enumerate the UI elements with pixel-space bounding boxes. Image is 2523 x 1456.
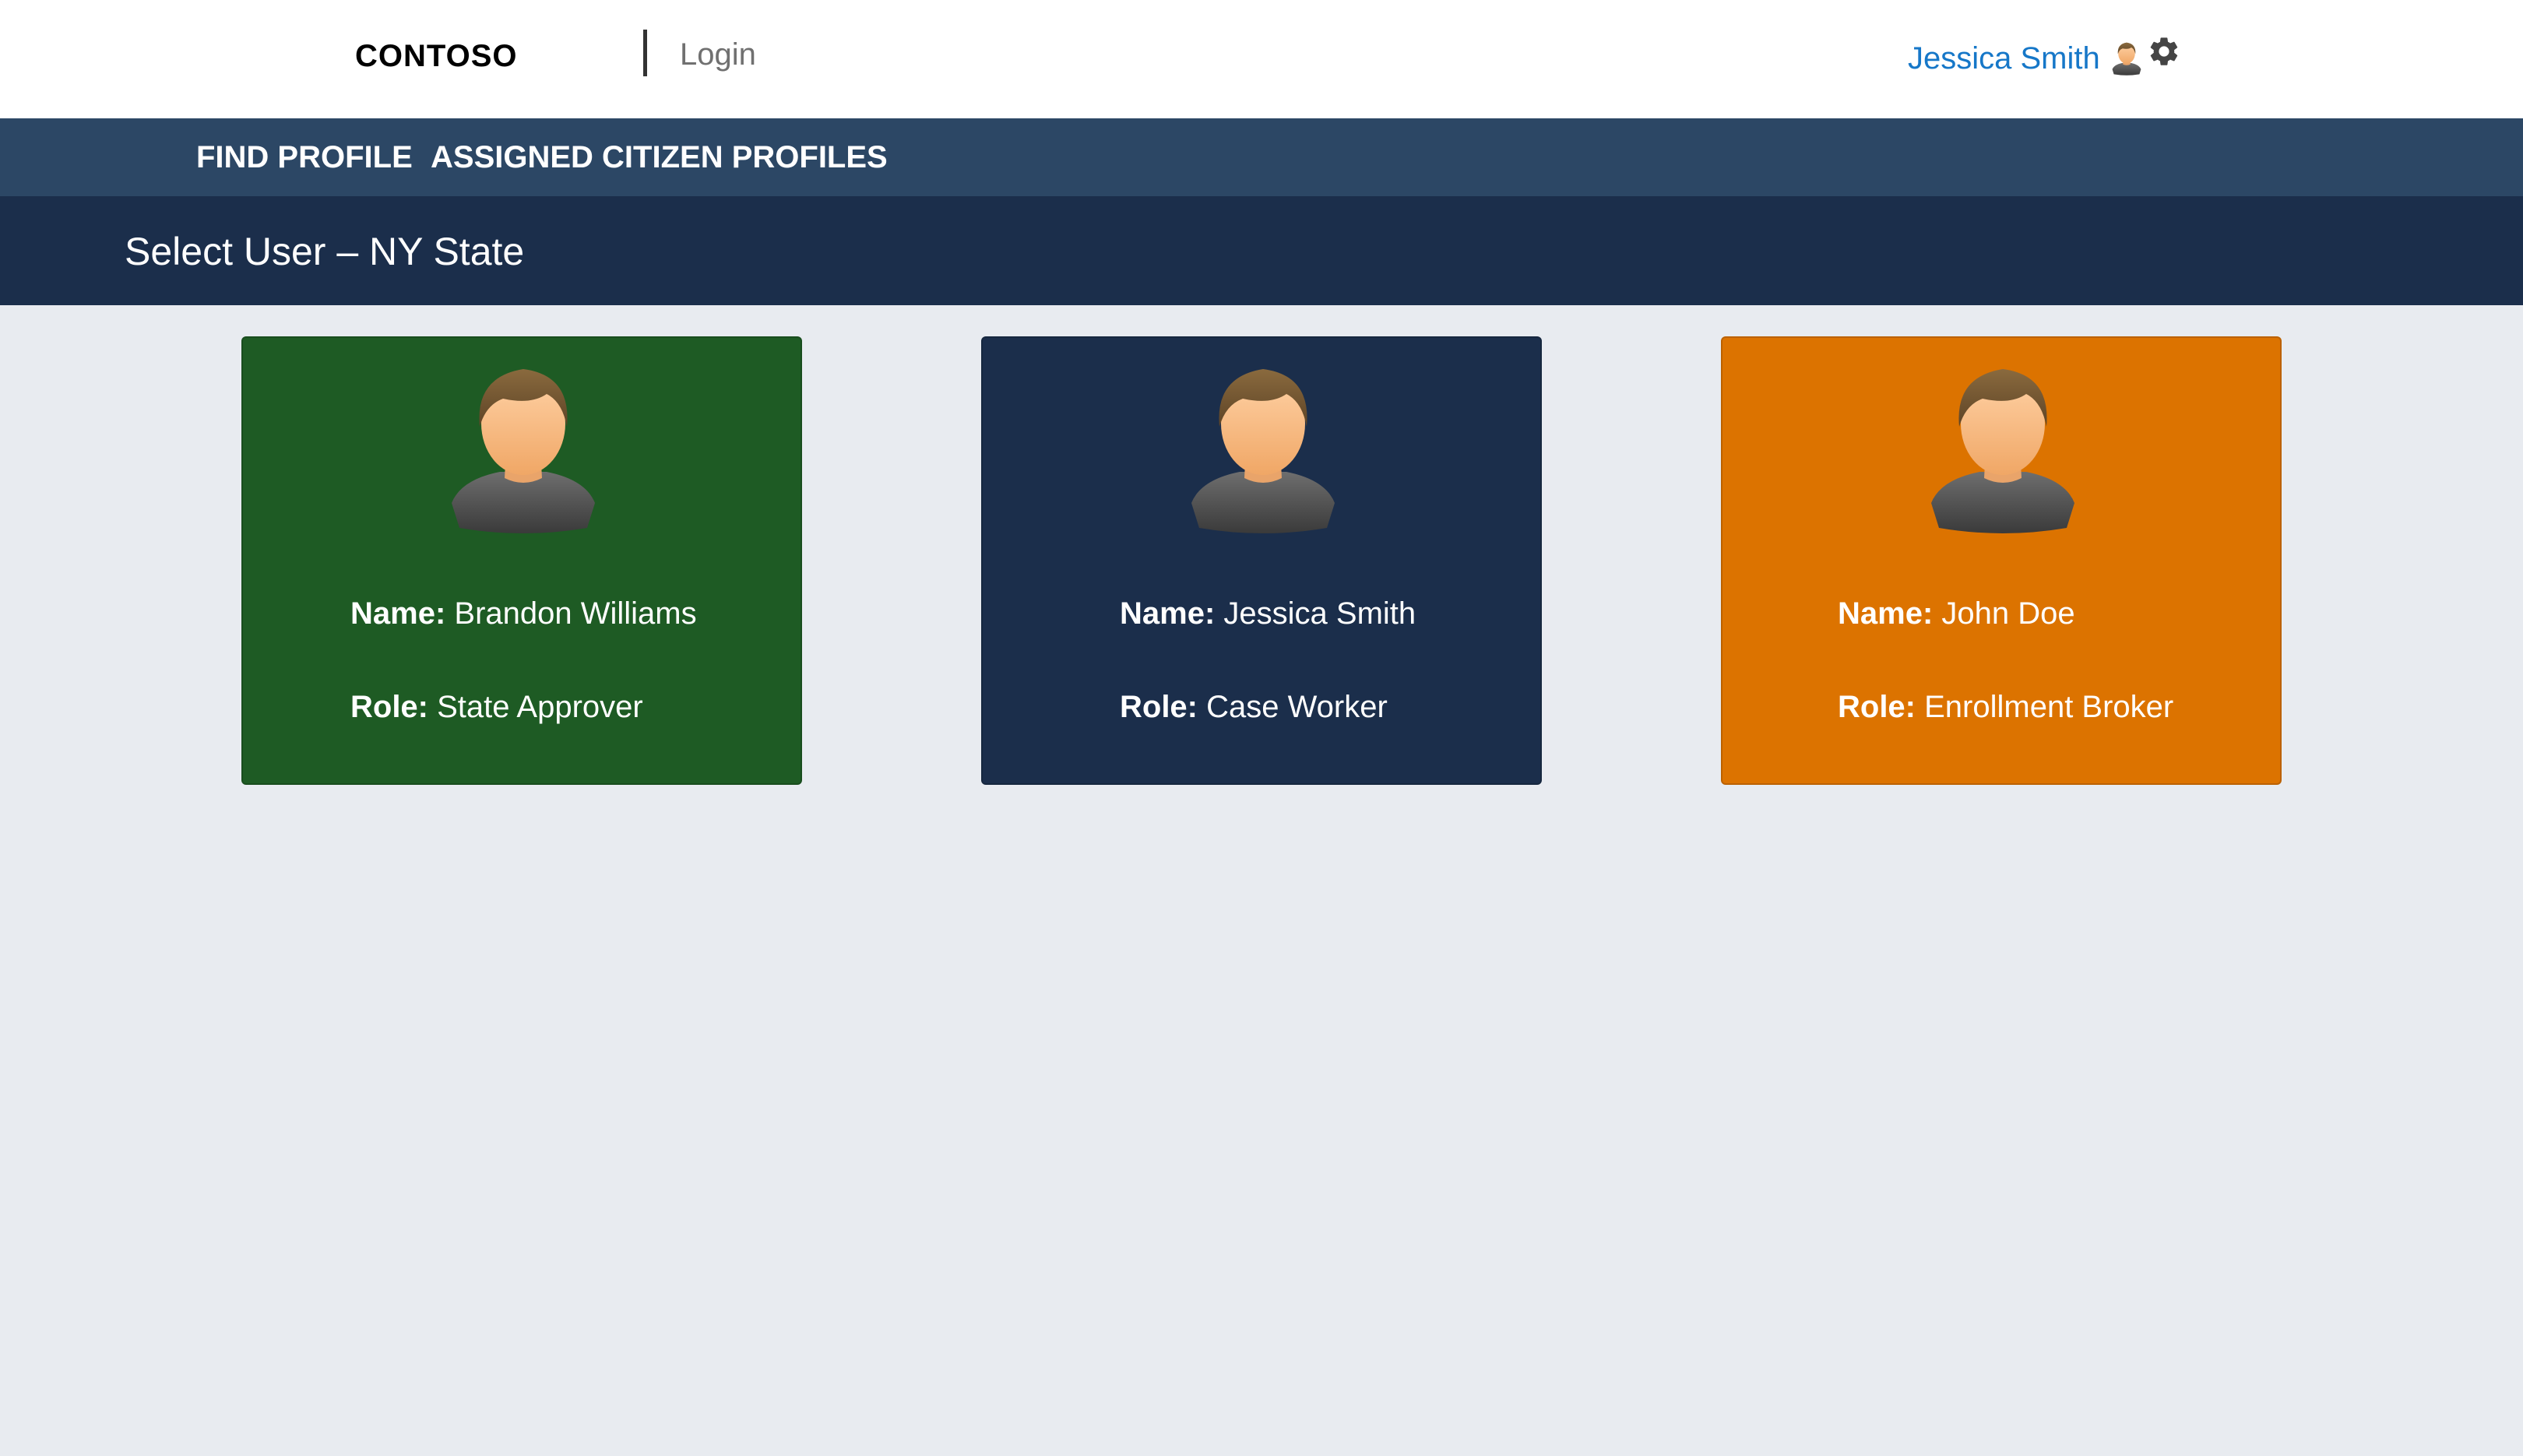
name-value: Brandon Williams — [454, 596, 697, 631]
user-avatar-icon[interactable] — [2110, 38, 2144, 79]
user-card-john-doe[interactable]: Name: John Doe Role: Enrollment Broker — [1721, 336, 2282, 785]
card-name: Name: John Doe — [1838, 592, 2075, 635]
role-label: Role: — [1120, 690, 1198, 724]
header-divider — [643, 30, 647, 76]
main-nav: FIND PROFILE ASSIGNED CITIZEN PROFILES — [0, 118, 2523, 196]
page-title-bar: Select User – NY State — [0, 196, 2523, 305]
role-label: Role: — [1838, 690, 1916, 724]
role-value: Enrollment Broker — [1924, 690, 2174, 724]
gear-icon[interactable] — [2147, 34, 2181, 69]
top-header: CONTOSO Login Jessica Smith — [0, 0, 2523, 118]
login-link[interactable]: Login — [680, 33, 756, 76]
name-value: John Doe — [1941, 596, 2075, 631]
role-value: Case Worker — [1206, 690, 1388, 724]
user-card-jessica-smith[interactable]: Name: Jessica Smith Role: Case Worker — [981, 336, 1542, 785]
name-value: Jessica Smith — [1223, 596, 1416, 631]
brand-logo[interactable]: CONTOSO — [355, 34, 518, 78]
role-value: State Approver — [437, 690, 643, 724]
user-avatar-icon — [1931, 369, 2074, 533]
name-label: Name: — [350, 596, 446, 631]
card-role: Role: State Approver — [350, 685, 643, 729]
card-name: Name: Brandon Williams — [350, 592, 697, 635]
nav-assigned-citizen-profiles[interactable]: ASSIGNED CITIZEN PROFILES — [431, 135, 888, 179]
user-name-link[interactable]: Jessica Smith — [1908, 37, 2100, 80]
user-avatar-icon — [452, 369, 595, 533]
user-avatar-icon — [1191, 369, 1335, 533]
name-label: Name: — [1838, 596, 1934, 631]
page-title: Select User – NY State — [125, 230, 525, 273]
role-label: Role: — [350, 690, 428, 724]
user-menu[interactable]: Jessica Smith — [1908, 31, 2181, 86]
card-name: Name: Jessica Smith — [1120, 592, 1416, 635]
name-label: Name: — [1120, 596, 1216, 631]
nav-find-profile[interactable]: FIND PROFILE — [196, 135, 413, 179]
card-role: Role: Enrollment Broker — [1838, 685, 2173, 729]
user-card-brandon-williams[interactable]: Name: Brandon Williams Role: State Appro… — [241, 336, 802, 785]
card-role: Role: Case Worker — [1120, 685, 1388, 729]
